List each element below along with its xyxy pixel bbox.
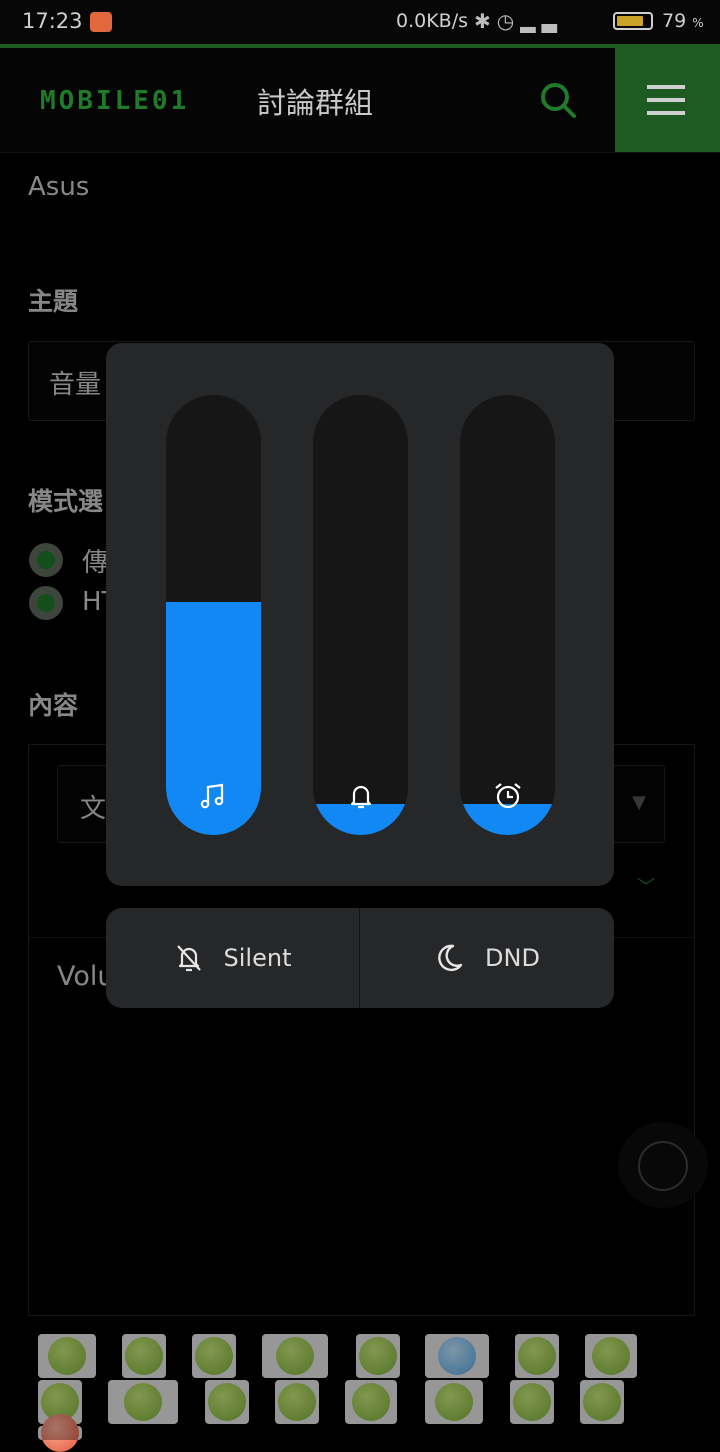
silent-button[interactable]: Silent: [106, 908, 359, 1008]
battery-percent-unit: %: [692, 16, 704, 30]
dnd-button[interactable]: DND: [360, 908, 613, 1008]
network-speed: 0.0KB/s: [396, 10, 469, 32]
menu-button[interactable]: [615, 48, 720, 152]
site-header: MOBILE01 討論群組: [0, 48, 720, 153]
page-title[interactable]: 討論群組: [257, 80, 373, 122]
dnd-label: DND: [485, 944, 540, 972]
status-time: 17:23: [22, 9, 83, 33]
ringer-volume-slider[interactable]: [313, 395, 408, 835]
bell-off-icon: [176, 945, 201, 972]
status-bar: 17:23 0.0KB/s ✱◷▂▃ 79 %: [0, 0, 720, 44]
bell-icon: [313, 779, 408, 813]
battery-icon: [613, 12, 653, 30]
menu-line: [647, 98, 685, 102]
alarm-volume-slider[interactable]: [460, 395, 555, 835]
media-volume-slider[interactable]: [166, 395, 261, 835]
silent-label: Silent: [223, 944, 292, 972]
sound-mode-bar: Silent DND: [106, 908, 614, 1008]
site-logo[interactable]: MOBILE01: [40, 86, 189, 116]
volume-panel: [106, 343, 614, 886]
search-icon[interactable]: [538, 80, 578, 120]
screen-record-icon: [90, 12, 112, 32]
menu-line: [647, 85, 685, 89]
alarm-clock-icon: [460, 779, 555, 813]
battery-fill: [617, 16, 644, 26]
status-icons: ✱◷▂▃: [474, 9, 563, 33]
moon-icon: [438, 944, 463, 972]
battery-percent-value: 79: [662, 10, 687, 32]
music-note-icon: [166, 779, 261, 813]
menu-line: [647, 111, 685, 115]
battery-percent: 79 %: [662, 10, 704, 32]
